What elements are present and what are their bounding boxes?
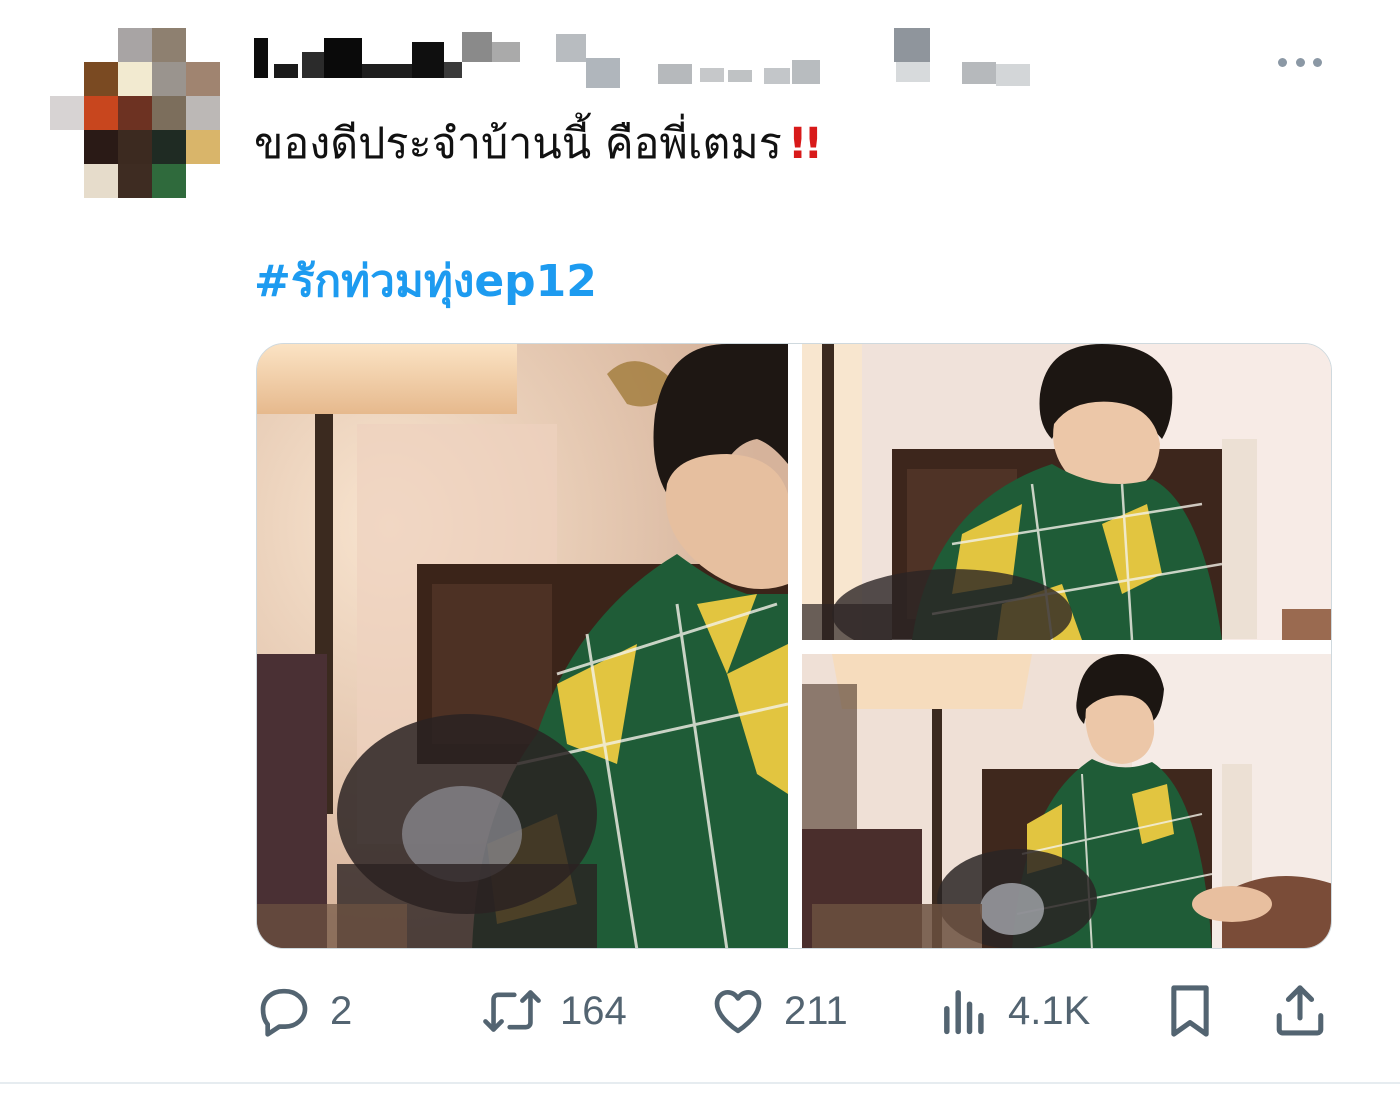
tweet-action-bar: 2 164 211 4.1K	[254, 978, 1334, 1044]
retweet-count: 164	[560, 988, 627, 1033]
media-grid	[256, 343, 1332, 949]
tweet-text: ของดีประจำบ้านนี้ คือพี่เตมร!!	[254, 112, 823, 176]
retweet-icon	[482, 983, 542, 1039]
view-count: 4.1K	[1008, 988, 1091, 1033]
bottom-divider	[0, 1082, 1400, 1084]
bookmark-button[interactable]	[1164, 978, 1216, 1044]
tweet-text-body: ของดีประจำบ้านนี้ คือพี่เตมร	[254, 119, 782, 169]
share-icon	[1272, 981, 1328, 1041]
reply-button[interactable]: 2	[256, 978, 352, 1044]
heart-icon	[710, 983, 766, 1039]
avatar[interactable]	[50, 28, 220, 198]
photo-2[interactable]	[802, 344, 1331, 640]
photo-1[interactable]	[257, 344, 788, 948]
bookmark-icon	[1164, 981, 1216, 1041]
share-button[interactable]	[1272, 978, 1328, 1044]
views-icon	[940, 983, 990, 1039]
hashtag-link[interactable]: #รักท่วมทุ่งep12	[254, 250, 597, 314]
more-options-button[interactable]	[1272, 46, 1328, 78]
censored-user-name[interactable]	[254, 28, 1044, 90]
double-exclamation-emoji: !!	[787, 119, 823, 169]
photo-3[interactable]	[802, 654, 1331, 948]
reply-icon	[256, 983, 312, 1039]
like-count: 211	[784, 988, 848, 1033]
like-button[interactable]: 211	[710, 978, 848, 1044]
views-button[interactable]: 4.1K	[940, 978, 1090, 1044]
more-icon-dot	[1313, 57, 1322, 67]
more-icon-dot	[1295, 57, 1305, 67]
more-icon-dot	[1278, 57, 1287, 67]
tweet: ของดีประจำบ้านนี้ คือพี่เตมร!! #รักท่วมท…	[0, 0, 1400, 1094]
retweet-button[interactable]: 164	[482, 978, 627, 1044]
reply-count: 2	[330, 988, 353, 1033]
